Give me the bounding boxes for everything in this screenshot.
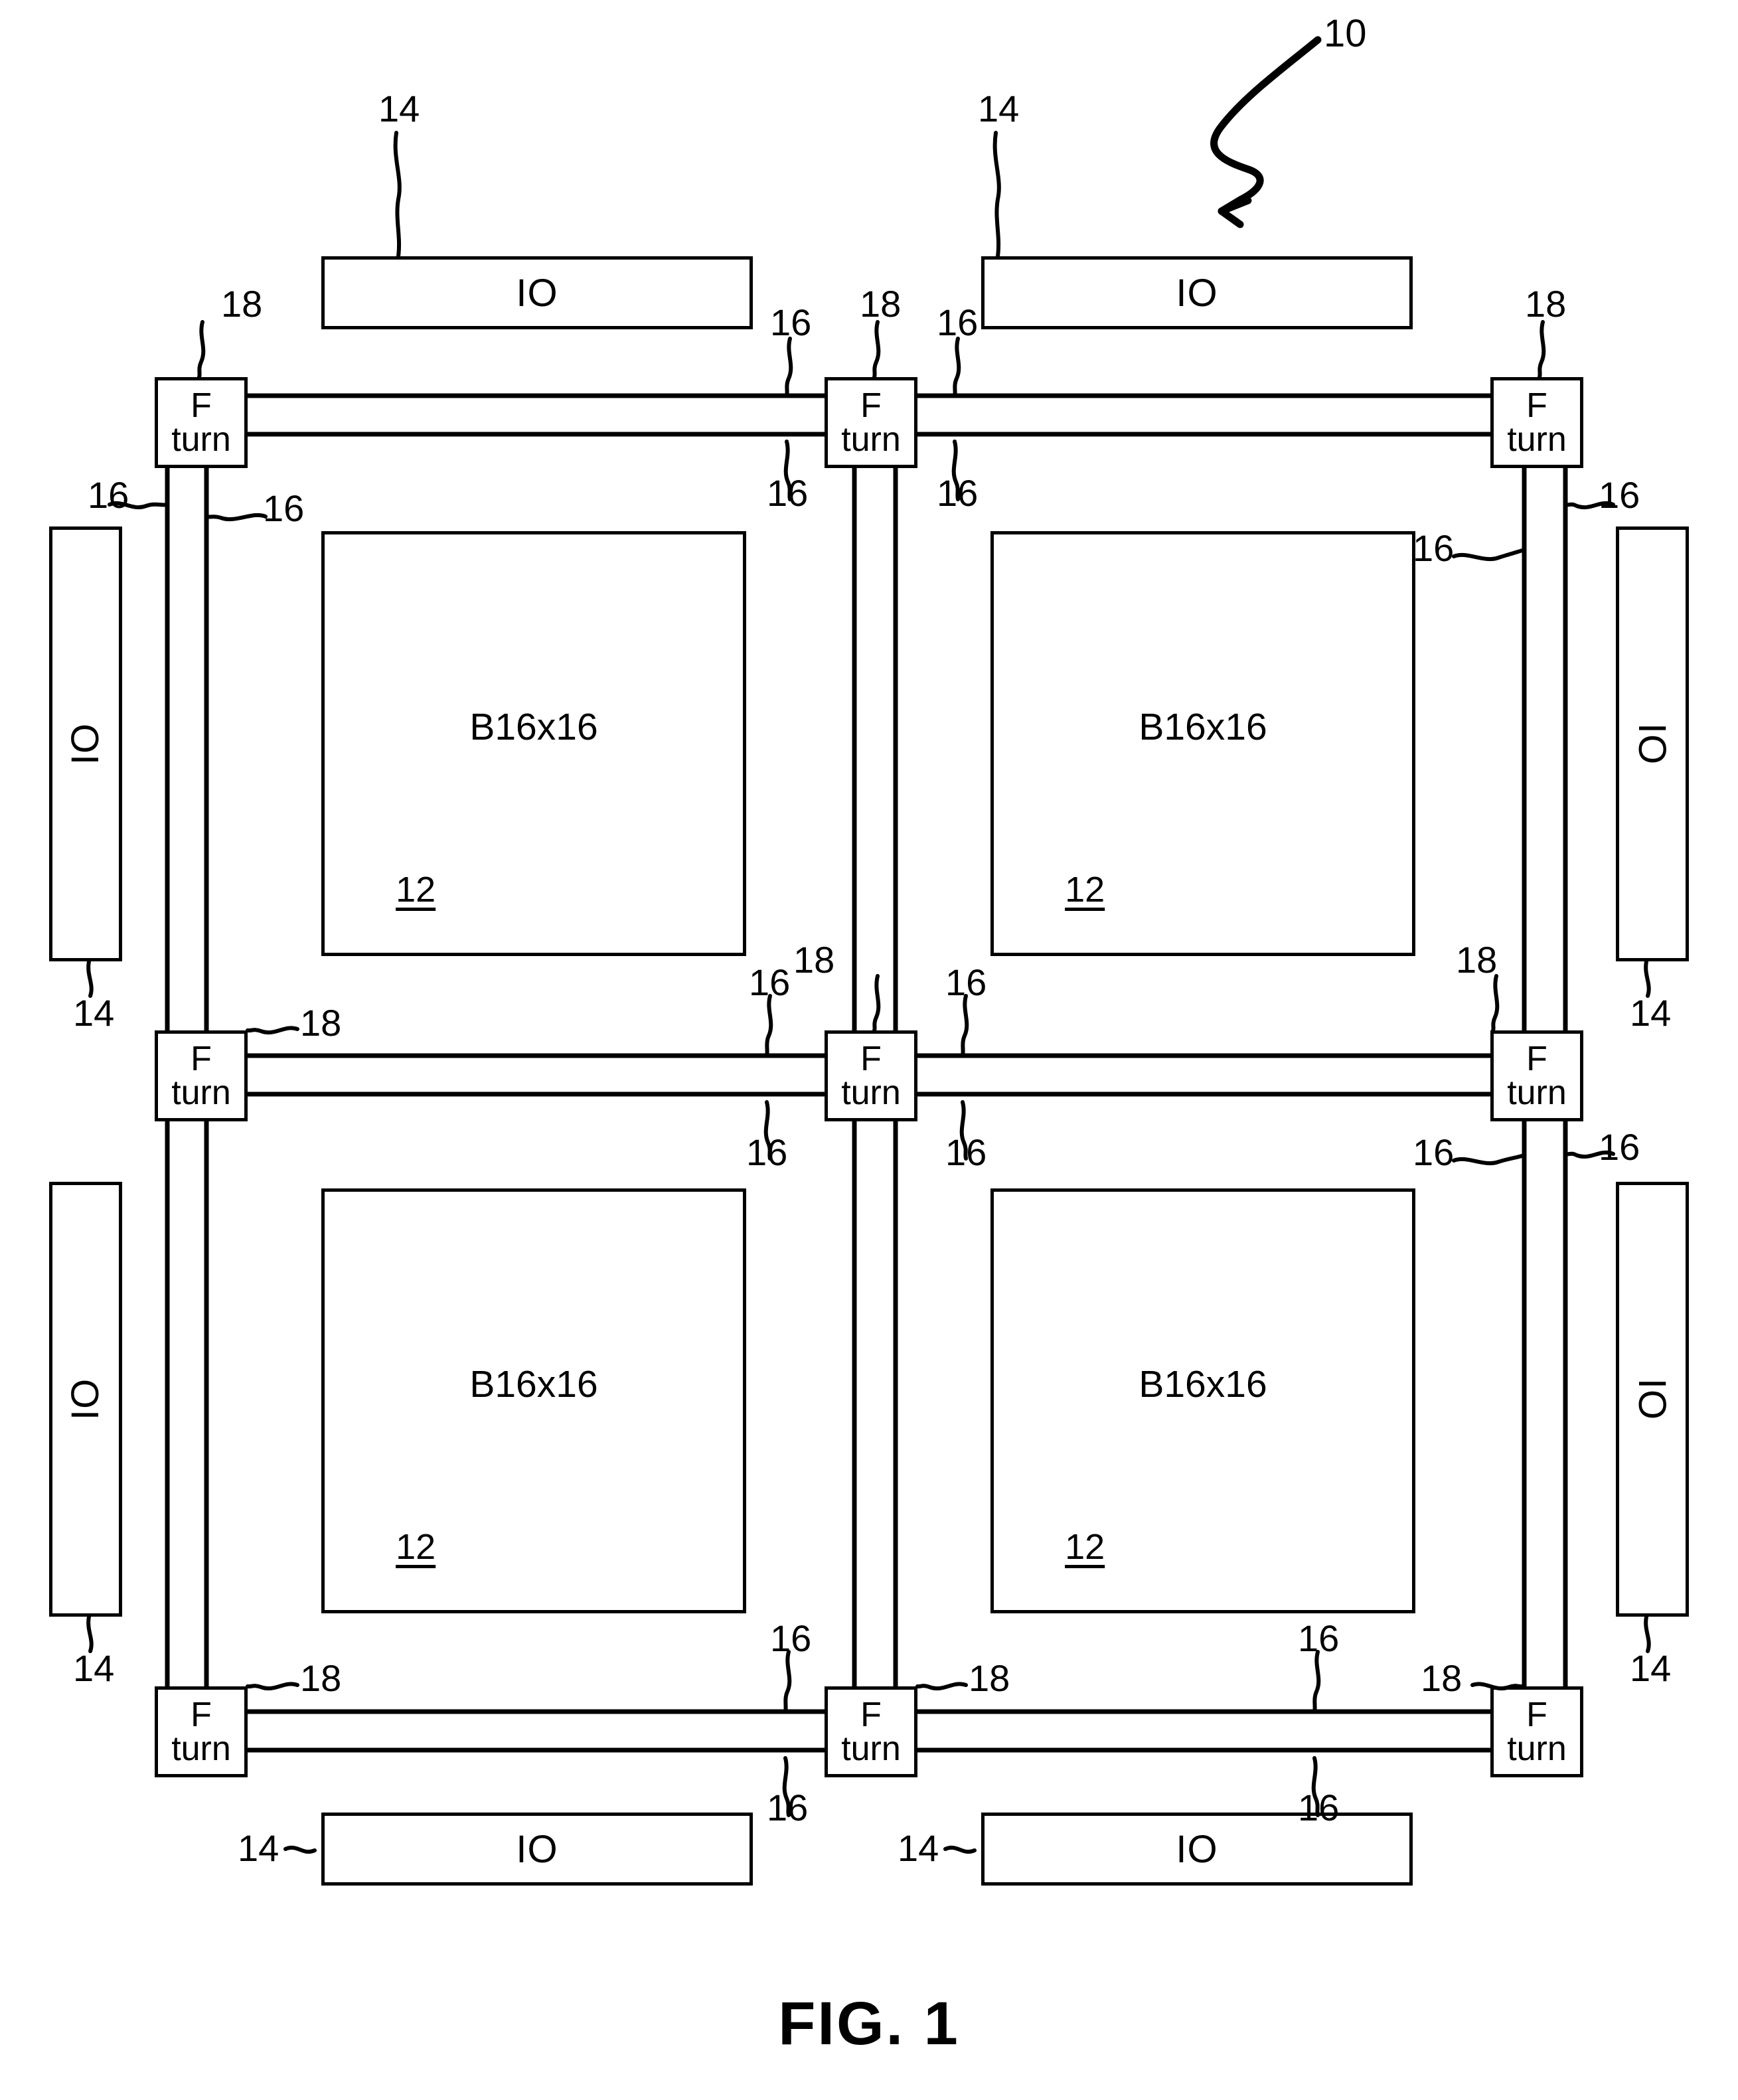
figure-caption: FIG. 1 xyxy=(778,1990,960,2058)
leader-16 xyxy=(1312,1650,1321,1714)
callout-io-14: 14 xyxy=(238,1827,279,1869)
callout-bus-16: 16 xyxy=(945,961,987,1003)
callout-bus-16: 16 xyxy=(767,1787,809,1828)
callout-bus-16: 16 xyxy=(1298,1787,1340,1828)
leader-18 xyxy=(915,1682,968,1691)
leader-16 xyxy=(1452,548,1526,562)
leader-14 xyxy=(943,1846,977,1854)
leader-16 xyxy=(204,513,268,522)
leader-16 xyxy=(961,994,969,1058)
leader-18 xyxy=(1538,320,1546,379)
callout-bus-16: 16 xyxy=(88,474,129,516)
callout-bus-16: 16 xyxy=(937,472,979,514)
callout-switch-18: 18 xyxy=(300,1657,342,1699)
leader-18 xyxy=(872,974,881,1032)
callout-io-14: 14 xyxy=(378,88,420,129)
callout-switch-18: 18 xyxy=(969,1657,1010,1699)
callout-switch-18: 18 xyxy=(860,283,902,325)
leader-16 xyxy=(783,1650,792,1714)
callout-io-14: 14 xyxy=(898,1827,939,1869)
leader-18 xyxy=(197,320,206,379)
leader-18 xyxy=(1491,974,1500,1032)
callout-bus-16: 16 xyxy=(1298,1617,1340,1659)
leader-14 xyxy=(86,1615,94,1653)
leader-16 xyxy=(953,337,961,398)
callout-bus-16: 16 xyxy=(1599,1126,1640,1168)
leader-18 xyxy=(246,1682,299,1691)
callout-switch-18: 18 xyxy=(1525,283,1567,325)
leader-16 xyxy=(1452,1153,1526,1166)
callout-switch-18: 18 xyxy=(221,283,263,325)
callout-switch-18: 18 xyxy=(1456,939,1498,981)
callout-bus-16: 16 xyxy=(1413,527,1455,569)
leader-14 xyxy=(1644,959,1651,998)
leader-14 xyxy=(393,131,402,258)
leader-16 xyxy=(765,994,773,1058)
callout-switch-18: 18 xyxy=(300,1002,342,1044)
callout-switch-18: 18 xyxy=(793,939,835,981)
callout-io-14: 14 xyxy=(73,992,115,1034)
leader-14 xyxy=(283,1846,317,1854)
leader-16 xyxy=(785,337,793,398)
callout-bus-16: 16 xyxy=(1413,1131,1455,1173)
callout-bus-16: 16 xyxy=(770,301,812,343)
callout-bus-16: 16 xyxy=(767,472,809,514)
assembly-arrowhead xyxy=(1218,197,1252,228)
callout-bus-16: 16 xyxy=(1599,474,1640,516)
callout-io-14: 14 xyxy=(73,1647,115,1689)
callout-bus-16: 16 xyxy=(749,961,791,1003)
leader-18 xyxy=(246,1026,299,1035)
callout-bus-16: 16 xyxy=(770,1617,812,1659)
callout-io-14: 14 xyxy=(978,88,1020,129)
callout-switch-18: 18 xyxy=(1421,1657,1462,1699)
callout-bus-16: 16 xyxy=(937,301,979,343)
callout-bus-16: 16 xyxy=(746,1131,788,1173)
callout-assembly-10: 10 xyxy=(1324,12,1367,55)
patent-figure-1: B16x16 12 B16x16 12 B16x16 12 B16x16 12 … xyxy=(0,0,1738,2100)
leader-14 xyxy=(992,131,1001,258)
assembly-leader xyxy=(1210,36,1322,215)
leader-18 xyxy=(872,320,881,379)
callout-io-14: 14 xyxy=(1630,1647,1672,1689)
callout-io-14: 14 xyxy=(1630,992,1672,1034)
leader-14 xyxy=(86,959,94,998)
callout-bus-16: 16 xyxy=(945,1131,987,1173)
leader-14 xyxy=(1644,1615,1651,1653)
leader-18 xyxy=(1470,1682,1524,1691)
callout-bus-16: 16 xyxy=(263,487,305,529)
